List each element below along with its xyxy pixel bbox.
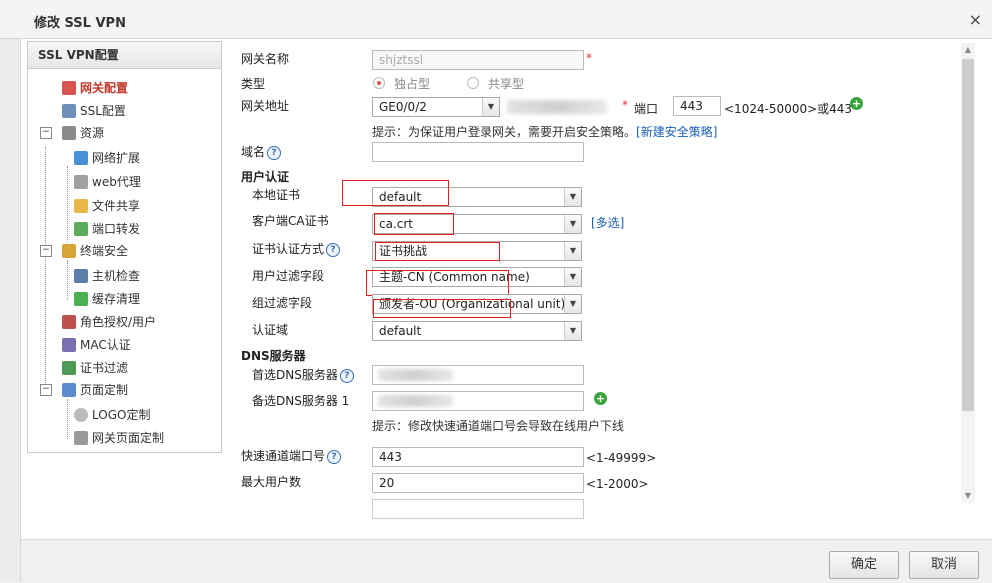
dns-primary-label: 首选DNS服务器? xyxy=(252,366,354,383)
type-exclusive-radio[interactable] xyxy=(373,77,385,89)
add-icon[interactable]: + xyxy=(594,392,607,405)
dialog-body: SSL VPN配置 网关配置 SSL配置 − 资源 网络扩展 web代理 文件共… xyxy=(21,39,992,539)
form-scrollbar[interactable]: ▲ ▼ xyxy=(961,43,975,503)
chevron-down-icon: ▼ xyxy=(564,242,581,260)
domain-label: 域名? xyxy=(241,143,282,160)
left-strip xyxy=(0,39,21,582)
max-users-input[interactable]: 20 xyxy=(372,473,584,493)
chevron-down-icon: ▼ xyxy=(564,295,581,313)
help-icon[interactable]: ? xyxy=(327,449,342,464)
port-range-hint: <1024-50000>或443 xyxy=(724,102,853,116)
user-filter-label: 用户过滤字段 xyxy=(252,269,325,283)
type-shared-label: 共享型 xyxy=(488,77,525,91)
truncated-field xyxy=(372,499,584,519)
fast-port-label-text: 快速通道端口号 xyxy=(241,449,326,463)
client-ca-label: 客户端CA证书 xyxy=(252,214,329,228)
domain-label-text: 域名 xyxy=(241,145,266,159)
local-cert-label: 本地证书 xyxy=(252,188,301,202)
auth-domain-select[interactable]: default ▼ xyxy=(372,321,582,341)
cert-auth-label-text: 证书认证方式 xyxy=(252,242,325,256)
annotation-box xyxy=(374,213,454,235)
redacted-dns xyxy=(378,395,453,407)
dns-secondary-input[interactable] xyxy=(372,391,584,411)
add-icon[interactable]: + xyxy=(850,97,863,110)
chevron-down-icon: ▼ xyxy=(482,98,499,116)
dialog-titlebar: 修改 SSL VPN × xyxy=(0,0,992,39)
annotation-box xyxy=(366,270,509,296)
chevron-down-icon: ▼ xyxy=(564,268,581,286)
port-label: 端口 xyxy=(634,102,659,116)
gateway-address-label: 网关地址 xyxy=(241,99,290,113)
scroll-down-icon[interactable]: ▼ xyxy=(961,489,975,503)
new-security-policy-link[interactable]: [新建安全策略] xyxy=(636,125,717,139)
dns-primary-label-text: 首选DNS服务器 xyxy=(252,368,338,382)
annotation-box xyxy=(375,242,500,261)
hint-text: 提示：为保证用户登录网关，需要开启安全策略。 xyxy=(372,125,637,139)
required-mark: * xyxy=(586,51,592,65)
max-users-range: <1-2000> xyxy=(586,477,649,491)
dns-section-title: DNS服务器 xyxy=(241,349,306,363)
domain-input[interactable] xyxy=(372,142,584,162)
type-shared-radio[interactable] xyxy=(467,77,479,89)
gateway-name-field: shjztssl xyxy=(372,50,584,70)
annotation-box xyxy=(373,299,511,318)
type-label: 类型 xyxy=(241,77,266,91)
required-mark: * xyxy=(622,98,628,112)
gateway-interface-select[interactable]: GE0/0/2 ▼ xyxy=(372,97,500,117)
annotation-box xyxy=(342,180,449,206)
redacted-ip xyxy=(507,100,607,114)
gateway-interface-value: GE0/0/2 xyxy=(379,100,427,114)
auth-domain-label: 认证域 xyxy=(252,323,289,337)
dns-secondary-label: 备选DNS服务器 1 xyxy=(252,394,350,408)
fast-port-range: <1-49999> xyxy=(586,451,657,465)
chevron-down-icon: ▼ xyxy=(564,215,581,233)
multi-select-link[interactable]: [多选] xyxy=(591,214,624,231)
close-icon[interactable]: × xyxy=(969,10,982,29)
dialog-title: 修改 SSL VPN xyxy=(34,16,126,31)
group-filter-label: 组过滤字段 xyxy=(252,296,313,310)
security-policy-hint: 提示：为保证用户登录网关，需要开启安全策略。[新建安全策略] xyxy=(372,123,717,140)
dialog-footer: 确定 取消 xyxy=(21,539,992,583)
cancel-button[interactable]: 取消 xyxy=(909,551,979,579)
gateway-name-label: 网关名称 xyxy=(241,52,290,66)
dns-primary-input[interactable] xyxy=(372,365,584,385)
fast-port-label: 快速通道端口号? xyxy=(241,447,342,464)
fast-port-hint: 提示：修改快速通道端口号会导致在线用户下线 xyxy=(372,419,625,433)
fast-port-input[interactable]: 443 xyxy=(372,447,584,467)
ok-button[interactable]: 确定 xyxy=(829,551,899,579)
redacted-dns xyxy=(378,369,453,381)
auth-domain-value: default xyxy=(379,324,422,338)
help-icon[interactable]: ? xyxy=(267,145,282,160)
scroll-thumb[interactable] xyxy=(962,59,974,411)
port-input[interactable]: 443 xyxy=(673,96,721,116)
max-users-label: 最大用户数 xyxy=(241,475,302,489)
help-icon[interactable]: ? xyxy=(326,242,341,257)
type-exclusive-label: 独占型 xyxy=(394,77,431,91)
chevron-down-icon: ▼ xyxy=(564,322,581,340)
gateway-config-form: 网关名称 shjztssl * 类型 独占型 共享型 网关地址 GE0/0/2 … xyxy=(21,39,961,539)
chevron-down-icon: ▼ xyxy=(564,188,581,206)
cert-auth-label: 证书认证方式? xyxy=(252,240,341,257)
help-icon[interactable]: ? xyxy=(339,368,354,383)
user-auth-section-title: 用户认证 xyxy=(241,170,290,184)
scroll-up-icon[interactable]: ▲ xyxy=(961,43,975,57)
